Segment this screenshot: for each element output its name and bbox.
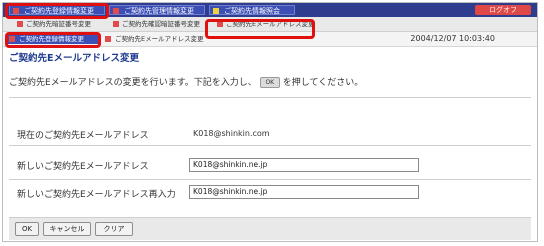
highlight-frame: [5, 3, 109, 19]
action-button-bar: OK キャンセル クリア: [9, 217, 531, 240]
divider: [9, 145, 531, 146]
menu-bullet-icon: [105, 36, 111, 42]
tab-management-change[interactable]: ご契約先管理情報変更: [109, 5, 205, 15]
divider: [9, 97, 531, 98]
menu-bullet-icon: [113, 8, 119, 14]
ok-button[interactable]: OK: [15, 222, 39, 236]
app-window: ご契約先登録情報変更 ご契約先管理情報変更 ご契約先情報照会 ログオフ ご契約先…: [2, 2, 538, 242]
cancel-button[interactable]: キャンセル: [43, 222, 91, 236]
sub-item-pin-change[interactable]: ご契約先暗証番号変更: [17, 19, 91, 29]
menu-bullet-icon: [17, 21, 23, 27]
highlight-frame: [205, 19, 315, 39]
page-title: ご契約先Eメールアドレス変更: [9, 53, 139, 64]
confirm-email-field[interactable]: K018@shinkin.ne.jp: [189, 185, 419, 199]
new-email-field[interactable]: K018@shinkin.ne.jp: [189, 158, 419, 172]
menu-bullet-icon: [213, 8, 219, 14]
divider: [9, 179, 531, 180]
current-email-label: 現在のご契約先Eメールアドレス: [17, 131, 149, 141]
logoff-button[interactable]: ログオフ: [475, 5, 531, 15]
new-email-label: 新しいご契約先Eメールアドレス: [17, 162, 149, 172]
ok-button-icon: OK: [259, 77, 280, 88]
datetime-display: 2004/12/07 10:03:40: [410, 34, 495, 43]
clear-button[interactable]: クリア: [95, 222, 133, 236]
instruction-text: ご契約先Eメールアドレスの変更を行います。下記を入力し、 OK を押してください。: [9, 77, 364, 88]
breadcrumb-item-email[interactable]: ご契約先Eメールアドレス変更: [103, 34, 213, 44]
sub-item-confirm-pin-change[interactable]: ご契約先確認暗証番号変更: [113, 19, 200, 29]
confirm-email-label: 新しいご契約先Eメールアドレス再入力: [17, 190, 176, 200]
menu-bullet-icon: [113, 21, 119, 27]
tab-info-inquiry[interactable]: ご契約先情報照会: [209, 5, 295, 15]
highlight-frame: [5, 32, 101, 48]
current-email-value: K018@shinkin.com: [193, 129, 270, 138]
